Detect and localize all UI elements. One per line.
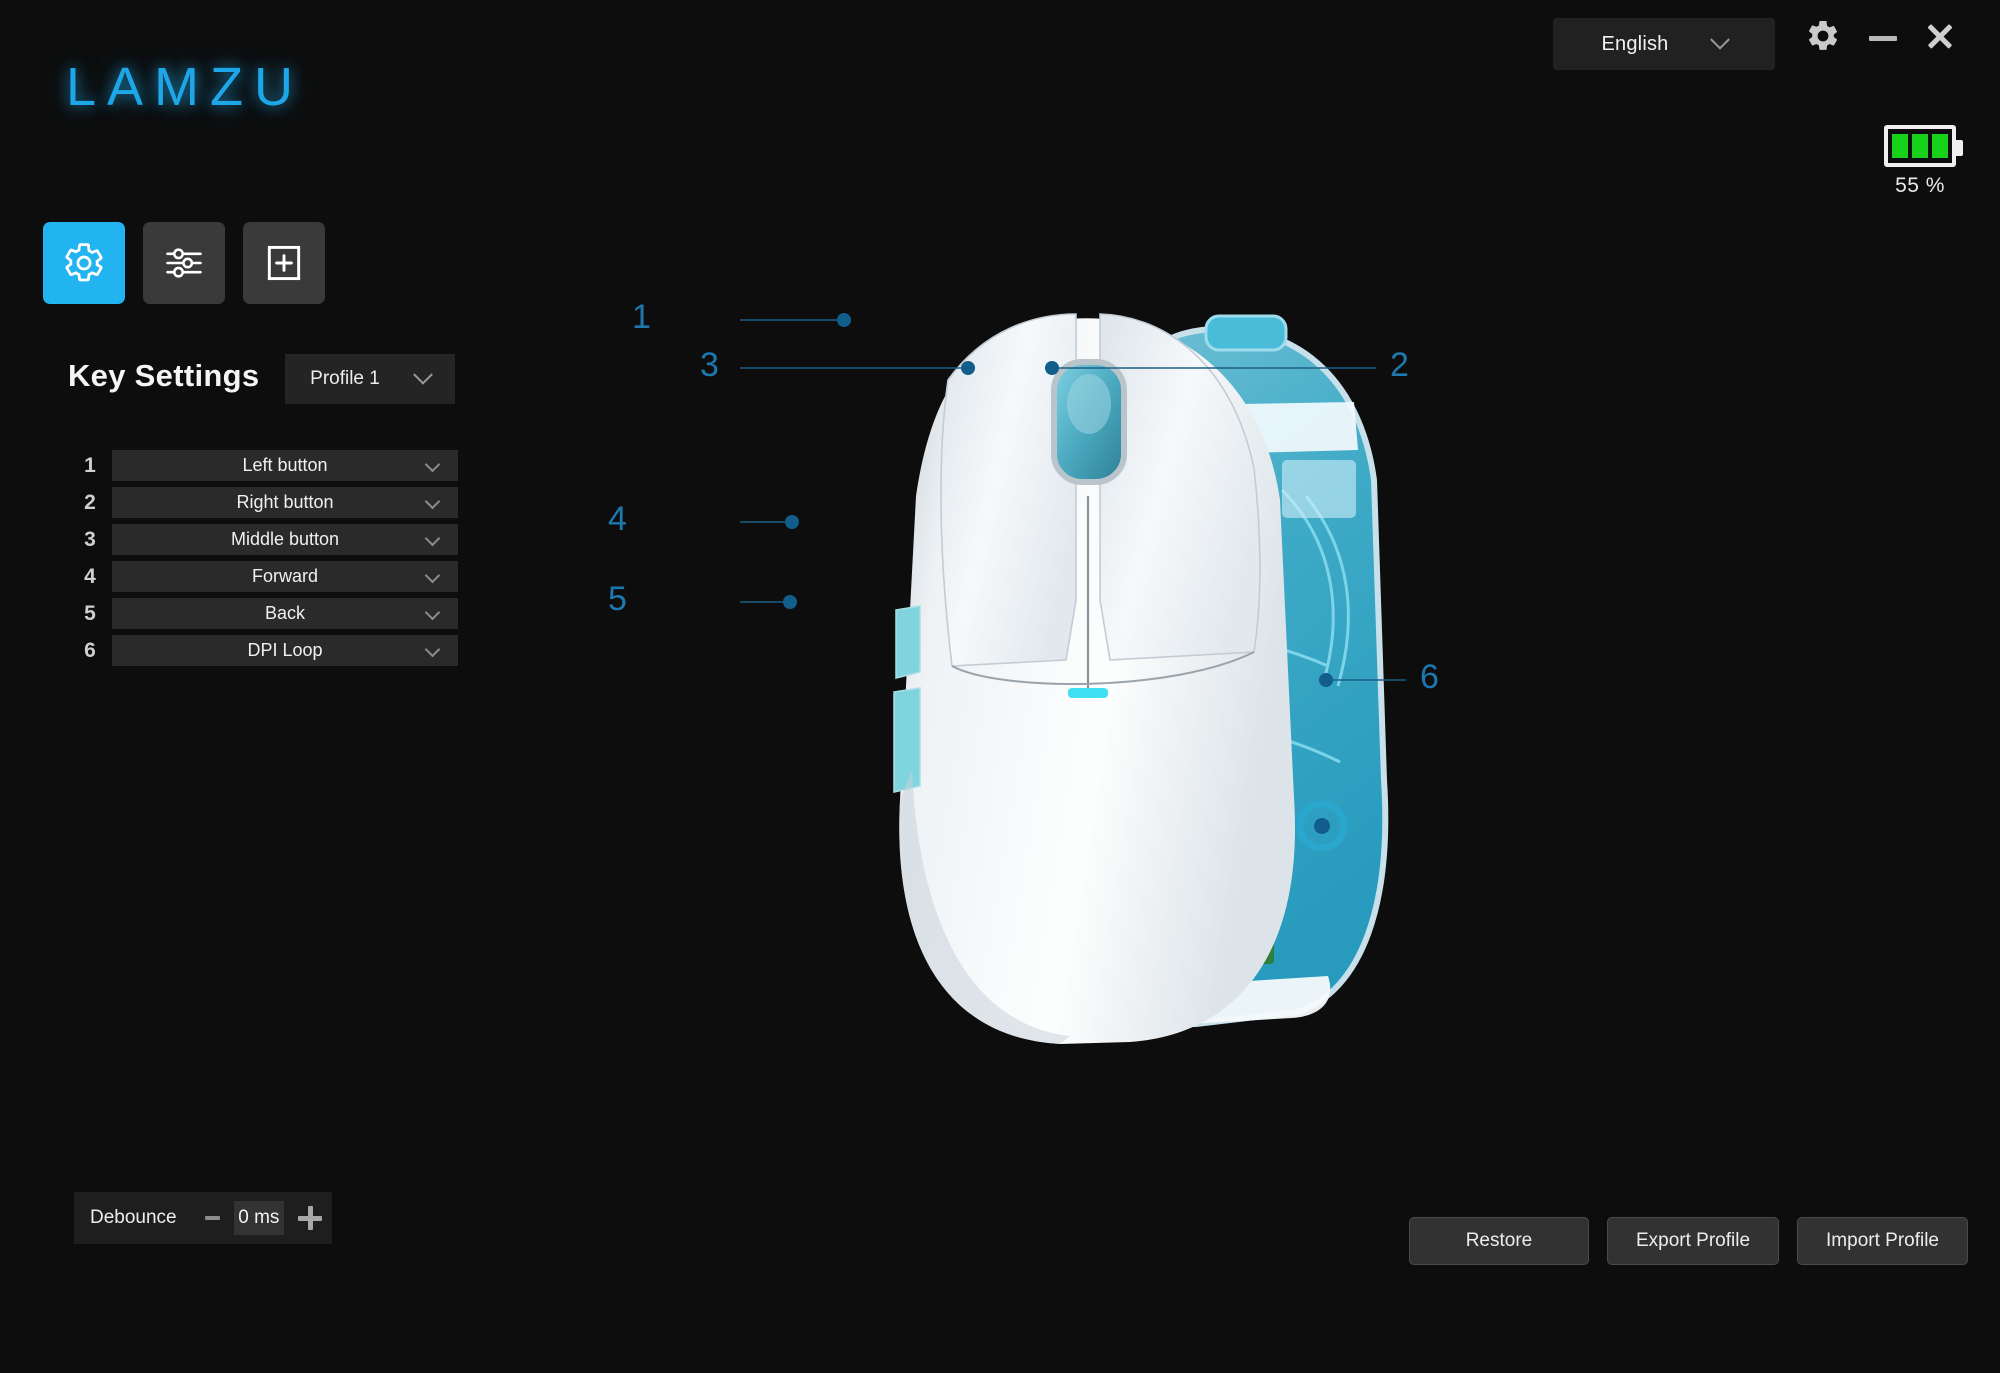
callout-6: 6 [1420,658,1439,696]
key-row-number: 1 [84,453,96,477]
close-button[interactable] [1925,21,1955,51]
chevron-down-icon [424,641,441,658]
tab-bar [43,222,325,304]
language-value: English [1601,32,1669,55]
mouse-top-view [893,313,1296,1044]
key-assignment-dropdown[interactable]: Middle button [112,524,458,555]
battery-cell [1892,134,1908,158]
key-row-number: 4 [84,564,96,588]
settings-button[interactable] [1805,18,1841,54]
chevron-down-icon [1709,29,1730,50]
minimize-button[interactable] [1869,32,1897,41]
chevron-down-icon [424,604,441,621]
callout-1: 1 [632,298,651,336]
key-assignment-value: Back [264,603,306,623]
key-row-number: 5 [84,601,96,625]
chevron-down-icon [424,456,441,473]
tab-performance[interactable] [143,222,225,304]
key-row-number: 3 [84,527,96,551]
key-row: 2 Right button [68,487,458,518]
add-page-icon [267,245,301,281]
chevron-down-icon [424,530,441,547]
key-assignment-dropdown[interactable]: Forward [112,561,458,592]
key-row: 3 Middle button [68,524,458,555]
key-assignment-dropdown[interactable]: Right button [112,487,458,518]
key-assignment-dropdown[interactable]: DPI Loop [112,635,458,666]
debounce-decrement-button[interactable] [204,1216,220,1220]
mouse-illustration [648,313,1406,1044]
chevron-down-icon [412,364,433,385]
minimize-icon [1869,35,1897,41]
debounce-label: Debounce [90,1207,177,1228]
callout-5: 5 [608,580,627,618]
battery-percent: 55 % [1895,174,1945,197]
callout-2: 2 [1390,346,1409,384]
profile-selector[interactable]: Profile 1 [285,354,455,404]
key-assignment-dropdown[interactable]: Back [112,598,458,629]
key-row-number: 2 [84,490,96,514]
battery-indicator: 55 % [1855,125,1985,198]
key-row-number: 6 [84,638,96,662]
key-assignment-value: Left button [242,455,328,475]
callout-3: 3 [700,346,719,384]
gear-icon [65,243,103,282]
callout-4: 4 [608,500,627,538]
brand-logo: LAMZU [66,57,305,117]
key-row: 4 Forward [68,561,458,592]
debounce-control: Debounce 0 ms [74,1192,332,1244]
battery-cell [1932,134,1948,158]
key-assignment-value: Forward [251,566,318,586]
debounce-value[interactable]: 0 ms [233,1201,285,1235]
window-controls [1805,18,1955,54]
chevron-down-icon [424,567,441,584]
gear-icon [1808,20,1838,50]
close-icon [1925,21,1955,51]
sliders-icon [166,248,202,278]
chevron-down-icon [424,493,441,510]
battery-icon [1884,125,1963,167]
key-settings-list: 1 Left button 2 Right button 3 Middle button 4… [68,450,458,672]
page-title: Key Settings [68,358,260,393]
tab-key-settings[interactable] [43,222,125,304]
key-assignment-dropdown[interactable]: Left button [112,450,458,481]
debounce-increment-button[interactable] [298,1206,322,1230]
mouse-diagram: 1 3 4 5 2 6 [608,298,1940,1250]
tab-add-profile[interactable] [243,222,325,304]
key-row: 6 DPI Loop [68,635,458,666]
language-selector[interactable]: English [1553,18,1775,70]
key-assignment-value: DPI Loop [247,640,323,660]
key-row: 1 Left button [68,450,458,481]
key-assignment-value: Middle button [230,529,340,549]
key-row: 5 Back [68,598,458,629]
battery-cell [1912,134,1928,158]
profile-value: Profile 1 [310,368,380,389]
key-assignment-value: Right button [236,492,334,512]
